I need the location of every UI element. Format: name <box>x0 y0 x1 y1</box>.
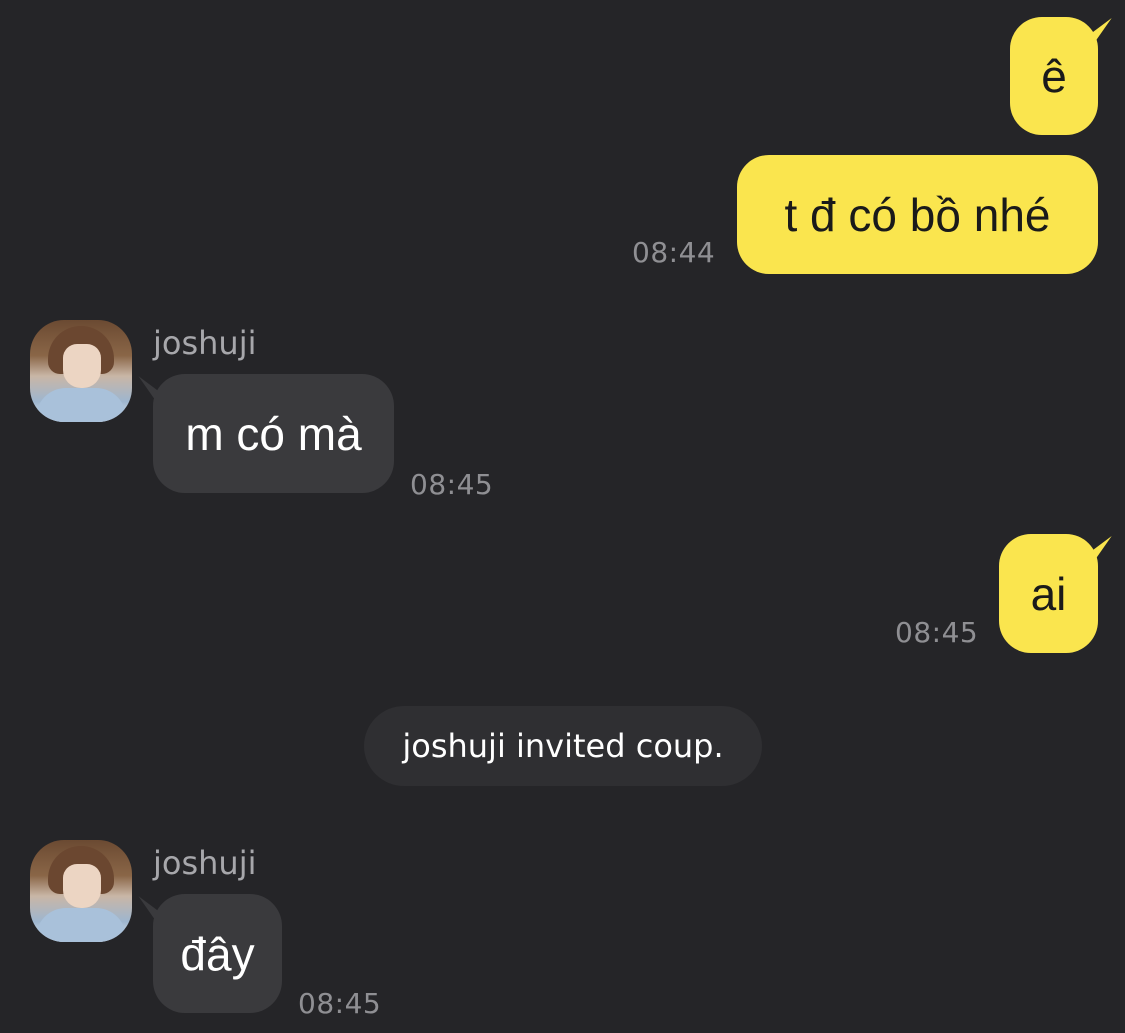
sender-name: joshuji <box>153 324 257 362</box>
sender-name: joshuji <box>153 844 257 882</box>
message-text: m có mà <box>185 407 362 460</box>
avatar[interactable] <box>30 840 132 942</box>
message-timestamp: 08:45 <box>298 987 382 1020</box>
message-text: đây <box>180 927 255 980</box>
avatar-face <box>63 344 101 388</box>
avatar-face <box>63 864 101 908</box>
outgoing-message-bubble[interactable]: t đ có bồ nhé <box>737 155 1098 274</box>
avatar[interactable] <box>30 320 132 422</box>
outgoing-message-bubble[interactable]: ai <box>999 534 1098 653</box>
message-text: ai <box>1030 567 1067 620</box>
message-text: t đ có bồ nhé <box>784 188 1051 241</box>
chat-view: ê t đ có bồ nhé 08:44 joshuji m có mà 08… <box>0 0 1125 1033</box>
system-notice: joshuji invited coup. <box>364 706 762 786</box>
incoming-message-bubble[interactable]: m có mà <box>153 374 394 493</box>
message-text: ê <box>1041 50 1067 102</box>
incoming-message-bubble[interactable]: đây <box>153 894 282 1013</box>
message-timestamp: 08:45 <box>410 468 494 501</box>
message-timestamp: 08:44 <box>632 236 716 269</box>
message-timestamp: 08:45 <box>895 616 979 649</box>
avatar-shirt <box>36 908 126 942</box>
system-notice-text: joshuji invited coup. <box>402 727 724 765</box>
avatar-shirt <box>36 388 126 422</box>
